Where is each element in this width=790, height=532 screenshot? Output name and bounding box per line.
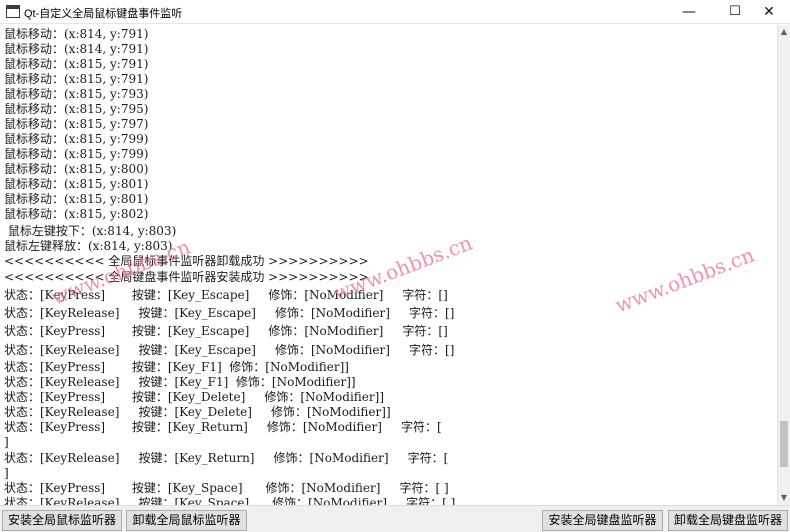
log-line: 状态：[KeyRelease] 按键：[Key_Escape] 修饰：[NoMo… — [4, 306, 455, 320]
log-line: ] — [4, 466, 9, 480]
log-line: <<<<<<<<<< 全局鼠标事件监听器卸载成功 >>>>>>>>>> — [4, 254, 369, 268]
log-line: 鼠标移动：(x:815, y:791) — [4, 57, 149, 71]
scrollbar-thumb[interactable] — [780, 421, 788, 467]
window-app-icon — [6, 5, 20, 18]
scroll-up-arrow-icon[interactable]: ▲ — [778, 25, 790, 39]
log-line: 状态：[KeyPress] 按键：[Key_F1] 修饰：[NoModifier… — [4, 360, 349, 374]
log-line: 状态：[KeyRelease] 按键：[Key_F1] 修饰：[NoModifi… — [4, 375, 356, 389]
log-line: 状态：[KeyRelease] 按键：[Key_Space] 修饰：[NoMod… — [4, 496, 456, 505]
log-line: 状态：[KeyRelease] 按键：[Key_Escape] 修饰：[NoMo… — [4, 343, 455, 357]
close-button[interactable]: ✕ — [748, 0, 790, 24]
log-line: 鼠标移动：(x:815, y:801) — [4, 192, 149, 206]
log-line: <<<<<<<<<< 全局键盘事件监听器安装成功 >>>>>>>>>> — [4, 270, 369, 284]
install-mouse-listener-button[interactable]: 安装全局鼠标监听器 — [2, 510, 122, 531]
window-title: Qt-自定义全局鼠标键盘事件监听 — [24, 8, 183, 20]
vertical-scrollbar[interactable]: ▲ ▼ — [777, 25, 790, 505]
log-line: 鼠标左键按下：(x:814, y:803) — [4, 224, 177, 238]
install-keyboard-listener-button[interactable]: 安装全局键盘监听器 — [542, 510, 663, 531]
log-line: 状态：[KeyPress] 按键：[Key_Delete] 修饰：[NoModi… — [4, 390, 385, 404]
log-line: 鼠标移动：(x:815, y:799) — [4, 147, 149, 161]
uninstall-keyboard-listener-button[interactable]: 卸载全局键盘监听器 — [668, 510, 788, 531]
log-line: 鼠标移动：(x:815, y:791) — [4, 72, 149, 86]
title-bar: Qt-自定义全局鼠标键盘事件监听 — ☐ ✕ — [0, 0, 790, 24]
event-log-textarea[interactable]: 鼠标移动：(x:814, y:791) 鼠标移动：(x:814, y:791) … — [0, 25, 777, 505]
log-line: 状态：[KeyPress] 按键：[Key_Return] 修饰：[NoModi… — [4, 420, 442, 434]
log-line: 状态：[KeyRelease] 按键：[Key_Return] 修饰：[NoMo… — [4, 451, 449, 465]
log-line: 鼠标移动：(x:815, y:799) — [4, 132, 149, 146]
log-line: 状态：[KeyPress] 按键：[Key_Escape] 修饰：[NoModi… — [4, 324, 448, 338]
log-line: 鼠标移动：(x:815, y:800) — [4, 162, 149, 176]
log-line: 鼠标移动：(x:815, y:793) — [4, 87, 149, 101]
log-line: 状态：[KeyPress] 按键：[Key_Escape] 修饰：[NoModi… — [4, 288, 448, 302]
log-line: 鼠标移动：(x:815, y:802) — [4, 207, 149, 221]
log-line: 状态：[KeyRelease] 按键：[Key_Delete] 修饰：[NoMo… — [4, 405, 391, 419]
log-line: 鼠标移动：(x:814, y:791) — [4, 42, 149, 56]
log-line: 鼠标左键释放：(x:814, y:803) — [4, 239, 173, 253]
log-line: ] — [4, 435, 9, 449]
watermark: www.ohbbs.cn — [612, 242, 758, 318]
uninstall-mouse-listener-button[interactable]: 卸载全局鼠标监听器 — [126, 510, 247, 531]
log-line: 状态：[KeyPress] 按键：[Key_Space] 修饰：[NoModif… — [4, 481, 449, 495]
log-line: 鼠标移动：(x:814, y:791) — [4, 27, 149, 41]
minimize-button[interactable]: — — [666, 0, 712, 24]
log-line: 鼠标移动：(x:815, y:795) — [4, 102, 149, 116]
log-line: 鼠标移动：(x:815, y:801) — [4, 177, 149, 191]
button-bar: 安装全局鼠标监听器 卸载全局鼠标监听器 安装全局键盘监听器 卸载全局键盘监听器 — [0, 505, 790, 532]
scroll-down-arrow-icon[interactable]: ▼ — [778, 491, 790, 505]
log-line: 鼠标移动：(x:815, y:797) — [4, 117, 149, 131]
